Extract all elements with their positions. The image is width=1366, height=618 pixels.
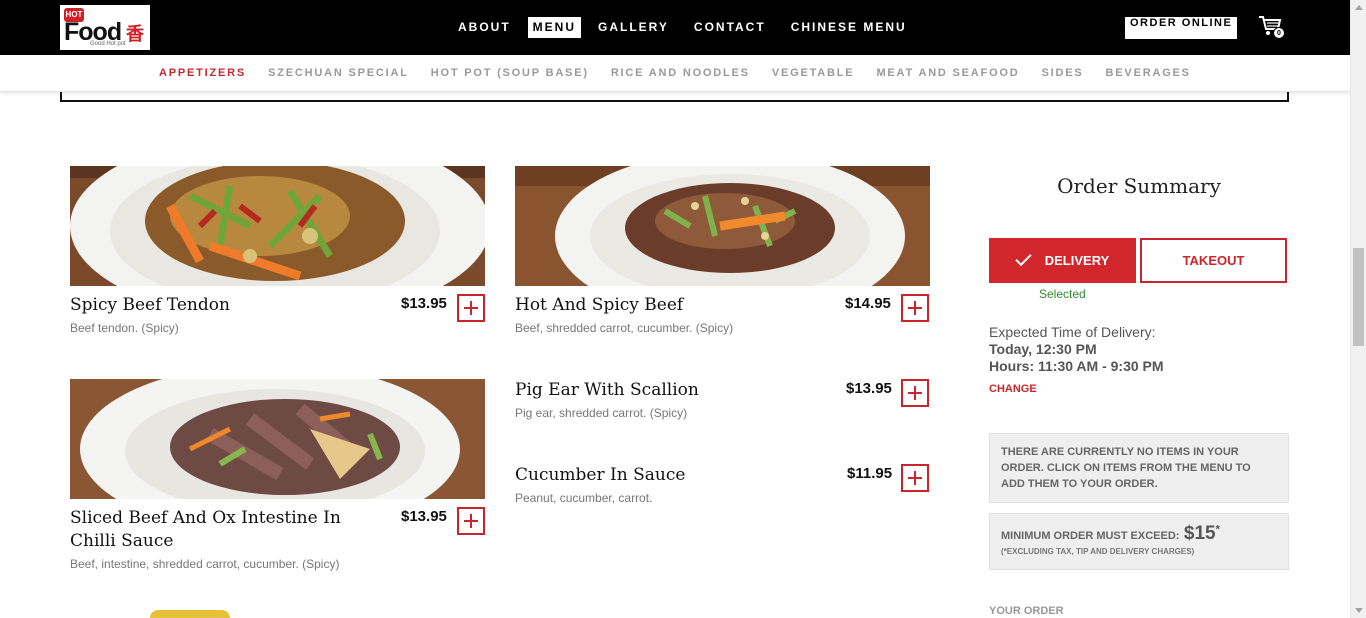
add-to-order-button[interactable] [457, 507, 485, 535]
add-to-order-button[interactable] [901, 294, 929, 322]
dish-photo [70, 166, 485, 286]
minimum-order-note: (*EXCLUDING TAX, TIP AND DELIVERY CHARGE… [1001, 547, 1195, 556]
dish-photo [70, 379, 485, 499]
category-beverages[interactable]: BEVERAGES [1106, 67, 1191, 79]
category-list: APPETIZERS SZECHUAN SPECIAL HOT POT (SOU… [159, 67, 1213, 79]
dish-price: $13.95 [846, 380, 892, 397]
order-summary-title: Order Summary [1057, 174, 1221, 198]
add-to-order-button[interactable] [457, 294, 485, 322]
dish-photo-illustration [515, 166, 930, 286]
menu-item-cucumber-in-sauce[interactable]: Cucumber In Sauce Peanut, cucumber, carr… [515, 464, 930, 505]
minimum-order-asterisk: * [1215, 523, 1220, 536]
dish-photo-illustration [70, 166, 485, 286]
nav-menu[interactable]: MENU [527, 17, 582, 38]
dish-price: $14.95 [845, 295, 891, 312]
selected-indicator: Selected [1039, 287, 1086, 301]
minimum-order-amount: $15 [1183, 523, 1216, 544]
expected-time-value: Today, 12:30 PM [989, 341, 1097, 357]
check-icon [1015, 249, 1032, 267]
category-bar: APPETIZERS SZECHUAN SPECIAL HOT POT (SOU… [0, 55, 1350, 92]
expected-time-label: Expected Time of Delivery: [989, 324, 1156, 340]
nav-chinese-menu[interactable]: CHINESE MENU [783, 17, 915, 38]
takeout-button[interactable]: TAKEOUT [1140, 238, 1287, 283]
main-nav: ABOUT MENU GALLERY CONTACT CHINESE MENU [450, 17, 924, 38]
nav-about[interactable]: ABOUT [450, 17, 519, 38]
delivery-button[interactable]: DELIVERY [989, 238, 1136, 283]
scroll-down-arrow-icon[interactable] [1355, 608, 1363, 613]
dish-description: Peanut, cucumber, carrot. [515, 491, 653, 505]
opening-hours: Hours: 11:30 AM - 9:30 PM [989, 358, 1164, 374]
menu-item-sliced-beef-and-ox-intestine[interactable]: Sliced Beef And Ox Intestine In Chilli S… [70, 379, 485, 571]
menu-item-hot-and-spicy-beef[interactable]: Hot And Spicy Beef Beef, shredded carrot… [515, 166, 930, 335]
content-frame-edge [60, 92, 1289, 102]
logo-chinese-text: 香锅 [126, 24, 144, 45]
scroll-up-arrow-icon[interactable] [1355, 5, 1363, 10]
category-sides[interactable]: SIDES [1042, 67, 1084, 79]
nav-contact[interactable]: CONTACT [686, 17, 774, 38]
minimum-order-label: MINIMUM ORDER MUST EXCEED: [1001, 530, 1180, 542]
category-rice-and-noodles[interactable]: RICE AND NOODLES [611, 67, 750, 79]
order-online-button[interactable]: ORDER ONLINE [1125, 17, 1238, 39]
menu-item-spicy-beef-tendon[interactable]: Spicy Beef Tendon Beef tendon. (Spicy) $… [70, 166, 485, 335]
category-vegetable[interactable]: VEGETABLE [772, 67, 855, 79]
dish-description: Beef, intestine, shredded carrot, cucumb… [70, 557, 340, 571]
dish-price: $13.95 [401, 295, 447, 312]
add-to-order-button[interactable] [901, 464, 929, 492]
delivery-label: DELIVERY [1044, 253, 1110, 268]
cart-button[interactable]: 0 [1258, 15, 1285, 39]
dish-name: Sliced Beef And Ox Intestine In Chilli S… [70, 508, 341, 551]
dish-description: Beef tendon. (Spicy) [70, 321, 179, 335]
minimum-order-box: MINIMUM ORDER MUST EXCEED: $15* (*EXCLUD… [989, 513, 1289, 570]
dish-photo-partial [150, 610, 230, 618]
scrollbar-thumb[interactable] [1353, 248, 1364, 346]
empty-order-message: THERE ARE CURRENTLY NO ITEMS IN YOUR ORD… [989, 433, 1289, 503]
top-navigation-bar: HOT Food 香锅 Good Hot pot ABOUT MENU GALL… [0, 0, 1350, 55]
dish-description: Pig ear, shredded carrot. (Spicy) [515, 406, 688, 420]
dish-price: $11.95 [847, 465, 893, 482]
add-to-order-button[interactable] [901, 379, 929, 407]
menu-item-pig-ear-with-scallion[interactable]: Pig Ear With Scallion Pig ear, shredded … [515, 379, 930, 420]
logo-tagline: Good Hot pot [90, 41, 126, 47]
category-appetizers[interactable]: APPETIZERS [159, 67, 246, 79]
category-szechuan-special[interactable]: SZECHUAN SPECIAL [268, 67, 409, 79]
site-logo[interactable]: HOT Food 香锅 Good Hot pot [60, 5, 150, 50]
page-scrollbar[interactable] [1350, 0, 1366, 618]
dish-description: Beef, shredded carrot, cucumber. (Spicy) [515, 321, 734, 335]
nav-gallery[interactable]: GALLERY [590, 17, 677, 38]
change-time-link[interactable]: CHANGE [989, 383, 1037, 395]
dish-photo [515, 166, 930, 286]
cart-count-badge: 0 [1273, 27, 1285, 39]
dish-photo-illustration [70, 379, 485, 499]
category-meat-and-seafood[interactable]: MEAT AND SEAFOOD [876, 67, 1019, 79]
your-order-heading: YOUR ORDER [989, 605, 1064, 617]
dish-price: $13.95 [401, 508, 447, 525]
category-hot-pot[interactable]: HOT POT (SOUP BASE) [431, 67, 589, 79]
